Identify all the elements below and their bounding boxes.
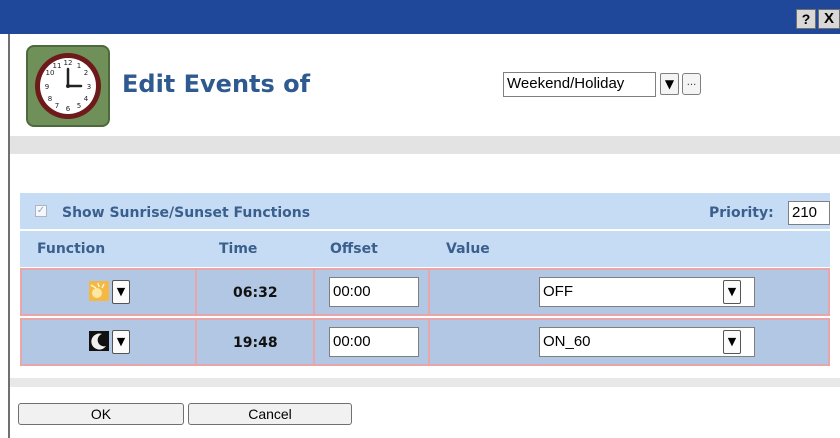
svg-text:6: 6 — [66, 105, 71, 113]
column-header-value: Value — [446, 241, 490, 257]
svg-text:12: 12 — [64, 59, 73, 67]
dialog-title-bar — [0, 0, 840, 34]
svg-text:8: 8 — [48, 95, 52, 103]
help-button[interactable]: ? — [796, 9, 816, 29]
cell-divider — [313, 318, 315, 366]
svg-text:3: 3 — [87, 83, 91, 91]
svg-text:10: 10 — [46, 69, 55, 77]
svg-text:11: 11 — [53, 62, 62, 70]
table-header-row — [20, 231, 830, 267]
priority-input[interactable]: 210 — [788, 201, 830, 225]
svg-text:5: 5 — [77, 102, 81, 110]
event-group-select[interactable]: Weekend/Holiday — [503, 72, 656, 97]
chevron-down-icon[interactable]: ▼ — [723, 280, 741, 304]
chevron-down-icon[interactable]: ▼ — [723, 330, 741, 354]
separator-band — [10, 136, 840, 154]
column-header-time: Time — [219, 241, 258, 257]
offset-input[interactable]: 00:00 — [329, 327, 419, 357]
function-dropdown-button[interactable]: ▼ — [112, 280, 130, 304]
more-options-button[interactable]: ... — [682, 73, 701, 95]
svg-text:2: 2 — [84, 69, 88, 77]
close-button[interactable]: X — [818, 9, 840, 29]
column-header-offset: Offset — [330, 241, 378, 257]
event-time: 19:48 — [233, 335, 278, 351]
column-header-function: Function — [37, 241, 106, 257]
moon-icon — [89, 331, 109, 351]
show-sunrise-sunset-label: Show Sunrise/Sunset Functions — [62, 205, 311, 221]
clock-icon: 12 1 2 345 678 9 10 11 — [26, 45, 110, 127]
svg-text:7: 7 — [55, 102, 59, 110]
cancel-button[interactable]: Cancel — [188, 403, 352, 425]
separator-band — [10, 378, 840, 387]
cell-divider — [313, 268, 315, 316]
cell-divider — [428, 268, 430, 316]
cell-divider — [195, 268, 197, 316]
priority-label: Priority: — [709, 205, 774, 221]
cell-divider — [428, 318, 430, 366]
chevron-down-icon[interactable]: ▼ — [660, 73, 679, 95]
svg-text:4: 4 — [84, 95, 89, 103]
ok-button[interactable]: OK — [18, 403, 184, 425]
sunrise-icon — [89, 281, 109, 301]
show-sunrise-sunset-checkbox[interactable]: ✓ — [35, 205, 47, 217]
page-title: Edit Events of — [122, 70, 311, 98]
cell-divider — [195, 318, 197, 366]
event-time: 06:32 — [233, 285, 278, 301]
svg-text:1: 1 — [77, 62, 81, 70]
svg-text:9: 9 — [45, 83, 49, 91]
function-dropdown-button[interactable]: ▼ — [112, 330, 130, 354]
offset-input[interactable]: 00:00 — [329, 277, 419, 307]
